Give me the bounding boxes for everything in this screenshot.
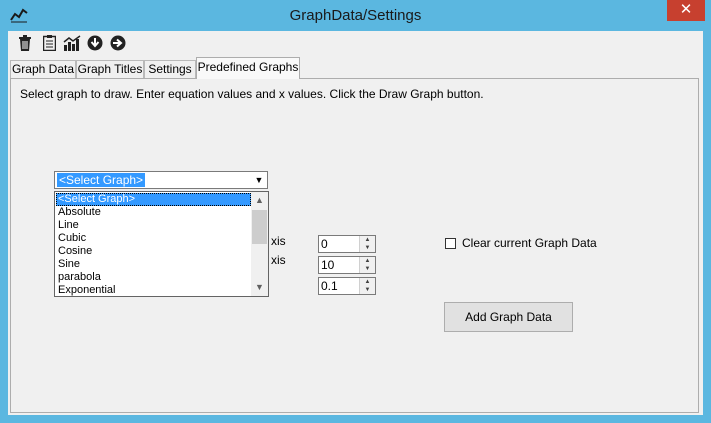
main-window: GraphData/Settings ✕ Graph Data Graph Ti…	[0, 0, 711, 423]
trash-icon[interactable]	[16, 34, 34, 52]
scroll-down-icon[interactable]: ▼	[251, 279, 268, 296]
window-title: GraphData/Settings	[289, 7, 422, 24]
tab-graph-titles[interactable]: Graph Titles	[76, 60, 144, 78]
dropdown-scrollbar[interactable]: ▲ ▼	[251, 192, 268, 296]
dropdown-option[interactable]: Cosine	[56, 245, 251, 258]
dropdown-option[interactable]: Cubic	[56, 232, 251, 245]
dropdown-option[interactable]: Exponential	[56, 284, 251, 297]
clipboard-icon[interactable]	[40, 34, 58, 52]
scroll-thumb[interactable]	[252, 210, 267, 244]
step-stepper[interactable]: ▲▼	[318, 277, 376, 295]
close-button[interactable]: ✕	[667, 0, 705, 21]
predefined-graphs-panel: Select graph to draw. Enter equation val…	[10, 78, 699, 413]
clear-graph-data-checkbox[interactable]: Clear current Graph Data	[445, 236, 597, 250]
scroll-up-icon[interactable]: ▲	[251, 192, 268, 209]
dropdown-option[interactable]: parabola	[56, 271, 251, 284]
tab-predefined-graphs[interactable]: Predefined Graphs	[196, 57, 300, 79]
graph-dropdown-list: <Select Graph> Absolute Line Cubic Cosin…	[54, 191, 269, 297]
chart-icon[interactable]	[63, 34, 81, 52]
add-graph-data-button[interactable]: Add Graph Data	[444, 302, 573, 332]
client-area: Graph Data Graph Titles Settings Predefi…	[8, 31, 703, 415]
x-max-label-fragment: xis	[271, 253, 286, 267]
x-min-spin-buttons[interactable]: ▲ ▼	[359, 236, 375, 252]
download-icon[interactable]	[86, 34, 104, 52]
tab-graph-data[interactable]: Graph Data	[10, 60, 76, 78]
step-input[interactable]	[321, 279, 359, 293]
dropdown-option[interactable]: Sine	[56, 258, 251, 271]
tab-strip: Graph Data Graph Titles Settings Predefi…	[8, 57, 703, 79]
title-bar[interactable]: GraphData/Settings ✕	[0, 0, 711, 32]
clear-graph-data-label: Clear current Graph Data	[462, 236, 597, 250]
graph-select-value: <Select Graph>	[57, 173, 146, 187]
x-max-stepper[interactable]: ▲▼	[318, 256, 376, 274]
dropdown-option[interactable]: Absolute	[56, 206, 251, 219]
forward-icon[interactable]	[109, 34, 127, 52]
dropdown-option[interactable]: <Select Graph>	[56, 193, 251, 206]
x-min-input[interactable]	[321, 237, 359, 251]
toolbar	[8, 31, 703, 56]
dropdown-option[interactable]: Line	[56, 219, 251, 232]
checkbox-box[interactable]	[445, 237, 456, 249]
instructions-text: Select graph to draw. Enter equation val…	[20, 87, 484, 101]
chevron-down-icon[interactable]: ▼	[251, 172, 267, 188]
x-max-input[interactable]	[321, 258, 359, 272]
x-min-label-fragment: xis	[271, 234, 286, 248]
tab-settings[interactable]: Settings	[144, 60, 196, 78]
graph-select[interactable]: <Select Graph> ▼	[54, 171, 268, 189]
x-min-stepper[interactable]: ▲▼	[318, 235, 376, 253]
step-spin-buttons[interactable]: ▲ ▼	[359, 278, 375, 294]
x-max-spin-buttons[interactable]: ▲ ▼	[359, 257, 375, 273]
